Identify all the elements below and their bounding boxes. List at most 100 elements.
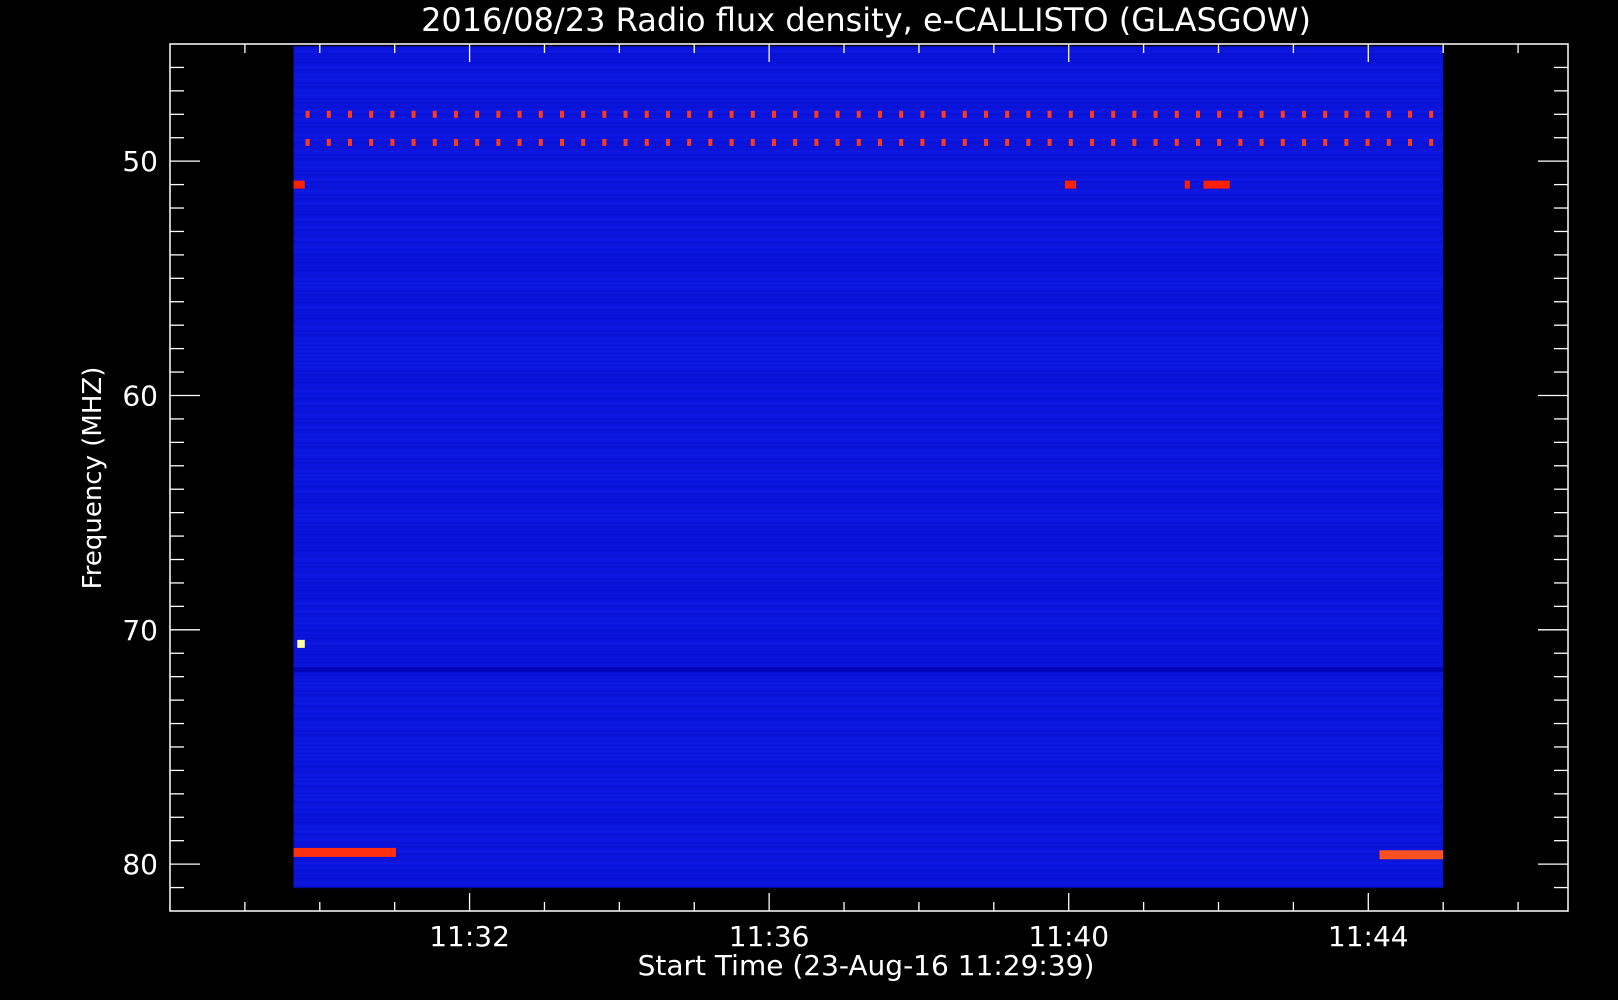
interference-dot — [347, 138, 352, 146]
spectrogram-texture-row — [293, 626, 1444, 629]
spectrogram-texture-row — [293, 222, 1444, 225]
spectrogram-texture-row — [293, 370, 1444, 373]
interference-dot — [793, 138, 798, 146]
interference-dot — [623, 138, 628, 146]
interference-dot — [390, 110, 395, 118]
interference-dot — [390, 138, 395, 146]
spectrogram-texture-row — [293, 522, 1444, 525]
spectrogram-texture-row — [293, 278, 1444, 281]
interference-dot — [1174, 138, 1179, 146]
interference-dot — [1365, 110, 1370, 118]
spectrogram-texture-row — [293, 342, 1444, 345]
spectrogram-texture-row — [293, 170, 1444, 173]
spectrogram-texture-row — [293, 446, 1444, 449]
spectrogram-texture-row — [293, 238, 1444, 241]
spectrogram-texture-row — [293, 798, 1444, 801]
interference-dot — [1301, 138, 1306, 146]
interference-dot — [581, 110, 586, 118]
interference-dot — [708, 138, 713, 146]
spectrogram-texture-row — [293, 462, 1444, 465]
interference-dot — [305, 110, 310, 118]
interference-dot — [1429, 138, 1434, 146]
spectrogram-texture-row — [293, 146, 1444, 149]
spectrogram-texture-row — [293, 526, 1444, 529]
spectrogram-heatmap — [293, 46, 1444, 889]
spectrogram-texture-row — [293, 738, 1444, 741]
burst-feature — [1064, 180, 1077, 189]
interference-dot — [1005, 138, 1010, 146]
chart-title: 2016/08/23 Radio flux density, e-CALLIST… — [421, 1, 1311, 39]
spectrogram-texture-row — [293, 122, 1444, 125]
spectrogram-texture-row — [293, 862, 1444, 865]
interference-dot — [1111, 110, 1116, 118]
spectrogram-texture-row — [293, 382, 1444, 385]
spectrogram-texture-row — [293, 198, 1444, 201]
interference-dot — [750, 110, 755, 118]
interference-dot — [347, 110, 352, 118]
spectrogram-texture-row — [293, 518, 1444, 521]
interference-dot — [1089, 138, 1094, 146]
spectrogram-texture-row — [293, 422, 1444, 425]
spectrogram-texture-row — [293, 386, 1444, 389]
interference-dot — [1386, 110, 1391, 118]
spectrogram-texture-row — [293, 650, 1444, 653]
interference-dot — [877, 110, 882, 118]
spectrogram-texture-row — [293, 454, 1444, 457]
dark-band — [293, 667, 1444, 673]
y-tick-label: 60 — [122, 379, 158, 412]
spectrogram-texture-row — [293, 726, 1444, 729]
interference-dot — [771, 138, 776, 146]
spectrogram-texture-row — [293, 682, 1444, 685]
interference-dot — [1301, 110, 1306, 118]
spectrogram-texture-row — [293, 254, 1444, 257]
spectrogram-texture-row — [293, 502, 1444, 505]
interference-dot — [1111, 138, 1116, 146]
spectrogram-texture-row — [293, 822, 1444, 825]
interference-dot — [687, 110, 692, 118]
x-tick-label: 11:32 — [429, 920, 510, 953]
spectrogram-texture-row — [293, 546, 1444, 549]
interference-dot — [1344, 110, 1349, 118]
spectrogram-texture-row — [293, 846, 1444, 849]
interference-dot — [538, 110, 543, 118]
spectrogram-texture-row — [293, 566, 1444, 569]
spectrogram-texture-row — [293, 550, 1444, 553]
spectrogram-texture-row — [293, 102, 1444, 105]
spectrogram-texture-row — [293, 582, 1444, 585]
interference-dot — [835, 110, 840, 118]
spectrogram-texture-row — [293, 306, 1444, 309]
spectrogram-texture-row — [293, 838, 1444, 841]
spectrogram-texture-row — [293, 770, 1444, 773]
interference-dot — [432, 138, 437, 146]
spectrogram-texture-row — [293, 750, 1444, 753]
spectrogram-texture-row — [293, 294, 1444, 297]
interference-dot — [623, 110, 628, 118]
spectrogram-texture-row — [293, 638, 1444, 641]
spectrogram-texture-row — [293, 126, 1444, 129]
burst-feature — [293, 180, 305, 189]
x-tick-label: 11:44 — [1328, 920, 1409, 953]
interference-dot — [1259, 138, 1264, 146]
spectrogram-texture-row — [293, 346, 1444, 349]
interference-dot — [1217, 110, 1222, 118]
spectrogram-texture-row — [293, 434, 1444, 437]
spectrogram-texture-row — [293, 806, 1444, 809]
interference-dot — [1153, 138, 1158, 146]
interference-dot — [369, 138, 374, 146]
spectrogram-texture-row — [293, 706, 1444, 709]
spectrogram-texture-row — [293, 230, 1444, 233]
spectrogram-texture-row — [293, 66, 1444, 69]
spectrogram-texture-row — [293, 398, 1444, 401]
spectrogram-texture-row — [293, 334, 1444, 337]
interference-dot — [644, 110, 649, 118]
spectrogram-texture-row — [293, 654, 1444, 657]
spectrogram-texture-row — [293, 270, 1444, 273]
spectrogram-chart: 2016/08/23 Radio flux density, e-CALLIST… — [0, 0, 1618, 1000]
spectrogram-texture-row — [293, 782, 1444, 785]
interference-dot — [1280, 138, 1285, 146]
spectrogram-texture-row — [293, 786, 1444, 789]
spectrogram-texture-row — [293, 882, 1444, 885]
interference-dot — [1026, 138, 1031, 146]
spectrogram-texture-row — [293, 74, 1444, 77]
spectrogram-texture-row — [293, 90, 1444, 93]
